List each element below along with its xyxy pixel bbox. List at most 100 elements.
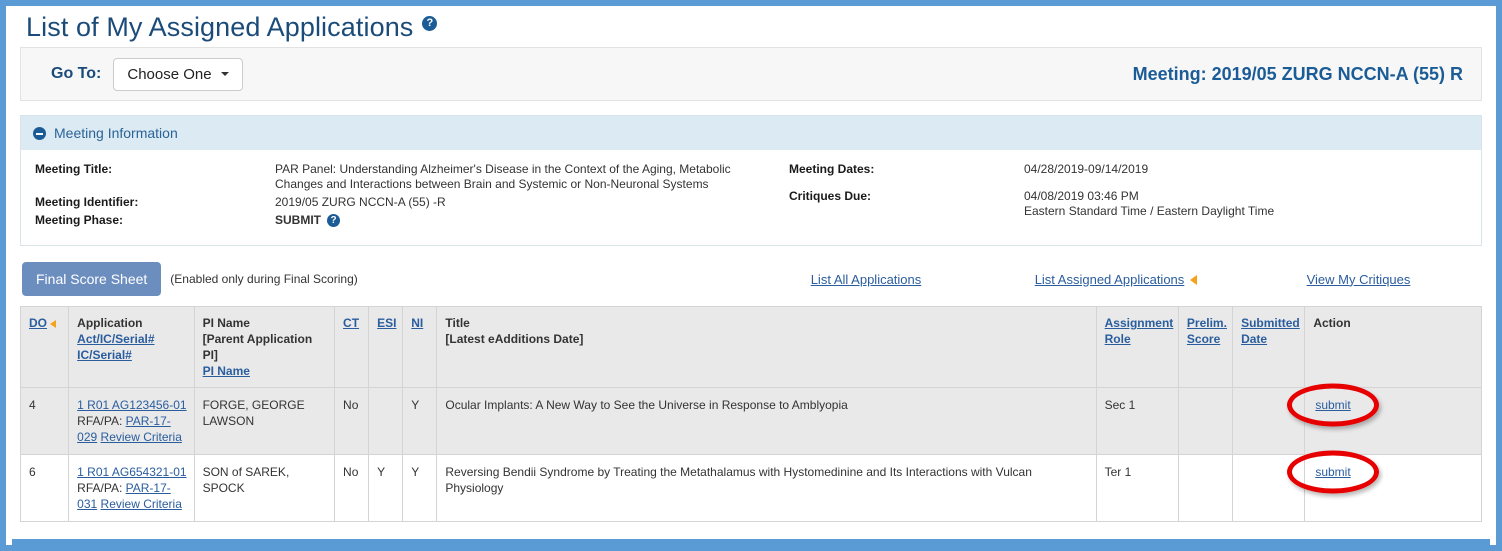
col-header-prelim-score-link[interactable]: Prelim. Score <box>1187 316 1227 346</box>
review-criteria-link[interactable]: Review Criteria <box>101 430 182 444</box>
col-header-assignment-role: Assignment Role <box>1096 306 1179 388</box>
col-header-application-sub2[interactable]: IC/Serial# <box>77 348 132 362</box>
cell-do: 6 <box>19 454 70 522</box>
assigned-applications-table: DO Application Act/IC/Serial# IC/Serial#… <box>19 306 1482 522</box>
cell-esi <box>368 387 404 455</box>
current-selection-arrow-icon <box>1190 274 1198 285</box>
col-header-title-sub: [Latest eAdditions Date] <box>445 332 584 346</box>
goto-bar: Go To: Choose One Meeting: 2019/05 ZURG … <box>20 47 1482 101</box>
col-header-pi-name: PI Name [Parent Application PI] PI Name <box>194 306 336 388</box>
bottom-frame-edge <box>12 539 1490 545</box>
goto-select-value: Choose One <box>127 65 212 83</box>
meeting-info-left-column: Meeting Title: PAR Panel: Understanding … <box>35 162 775 231</box>
rfa-label: RFA/PA: <box>77 481 123 495</box>
cell-submitted-date <box>1232 387 1306 455</box>
critiques-due-timezone: Eastern Standard Time / Eastern Daylight… <box>1024 204 1275 218</box>
submit-link[interactable]: submit <box>1315 465 1350 479</box>
col-header-esi: ESI <box>368 306 404 388</box>
col-header-pi-name-label: PI Name <box>202 316 250 330</box>
meeting-dates-value: 04/28/2019-09/14/2019 <box>1024 162 1149 176</box>
cell-prelim-score <box>1177 454 1234 522</box>
meeting-phase-value-wrap: SUBMIT ? <box>275 213 775 231</box>
final-score-sheet-note: (Enabled only during Final Scoring) <box>170 272 358 286</box>
meeting-information-title: Meeting Information <box>54 125 178 141</box>
meeting-info-right-column: Meeting Dates: 04/28/2019-09/14/2019 Cri… <box>775 162 1467 231</box>
cell-pi-name: SON of SAREK, SPOCK <box>193 454 336 522</box>
critiques-due-value: 04/08/2019 03:46 PM Eastern Standard Tim… <box>1024 189 1467 231</box>
help-icon[interactable]: ? <box>422 16 438 31</box>
col-header-do-link[interactable]: DO <box>29 316 47 330</box>
rfa-label: RFA/PA: <box>77 414 123 428</box>
cell-ni: Y <box>402 387 438 455</box>
col-header-ct: CT <box>334 306 370 388</box>
table-toolbar: Final Score Sheet (Enabled only during F… <box>20 262 1482 296</box>
application-number-link[interactable]: 1 R01 AG654321-01 <box>77 465 186 479</box>
col-header-title: Title [Latest eAdditions Date] <box>436 306 1097 388</box>
review-criteria-link[interactable]: Review Criteria <box>101 497 182 511</box>
cell-esi: Y <box>368 454 404 522</box>
meeting-information-panel: Meeting Information Meeting Title: PAR P… <box>20 115 1482 246</box>
view-my-critiques-slot: View My Critiques <box>1241 272 1476 287</box>
goto-select[interactable]: Choose One <box>113 57 243 91</box>
col-header-submitted-date-link[interactable]: Submitted Date <box>1241 316 1300 346</box>
meeting-phase-label: Meeting Phase: <box>35 213 124 227</box>
toolbar-links: List All Applications List Assigned Appl… <box>741 272 1482 287</box>
col-header-action: Action <box>1304 306 1482 388</box>
goto-label: Go To: <box>51 65 102 82</box>
list-all-applications-slot: List All Applications <box>741 272 991 287</box>
col-header-ni-link[interactable]: NI <box>411 316 423 330</box>
submit-link[interactable]: submit <box>1315 398 1350 412</box>
cell-assignment-role: Sec 1 <box>1095 387 1179 455</box>
meeting-information-header[interactable]: Meeting Information <box>21 116 1481 150</box>
list-assigned-applications-slot: List Assigned Applications <box>991 272 1241 287</box>
cell-title: Reversing Bendii Syndrome by Treating th… <box>436 454 1097 522</box>
table-row: 4 1 R01 AG123456-01 RFA/PA: PAR-17-029 R… <box>19 383 1482 455</box>
cell-title: Ocular Implants: A New Way to See the Un… <box>436 387 1097 455</box>
meeting-identifier-label: Meeting Identifier: <box>35 195 139 209</box>
meeting-dates-label: Meeting Dates: <box>789 162 875 176</box>
meeting-phase-help-icon[interactable]: ? <box>327 214 340 227</box>
sort-arrow-icon <box>50 320 56 328</box>
col-header-application-sub1[interactable]: Act/IC/Serial# <box>77 332 154 346</box>
col-header-esi-link[interactable]: ESI <box>377 316 396 330</box>
col-header-assignment-role-link[interactable]: Assignment Role <box>1105 316 1174 346</box>
cell-submitted-date <box>1232 454 1306 522</box>
cell-ni: Y <box>402 454 438 522</box>
cell-prelim-score <box>1177 387 1234 455</box>
meeting-title-value: PAR Panel: Understanding Alzheimer's Dis… <box>275 162 731 191</box>
cell-ct: No <box>334 387 370 455</box>
cell-do: 4 <box>19 387 70 455</box>
meeting-header-label: Meeting: 2019/05 ZURG NCCN-A (55) R <box>1132 63 1463 84</box>
application-number-link[interactable]: 1 R01 AG123456-01 <box>77 398 186 412</box>
page-title: List of My Assigned Applications <box>26 12 414 42</box>
list-all-applications-link[interactable]: List All Applications <box>811 272 922 287</box>
col-header-application: Application Act/IC/Serial# IC/Serial# <box>68 306 195 388</box>
cell-assignment-role: Ter 1 <box>1095 454 1179 522</box>
critiques-due-datetime: 04/08/2019 03:46 PM <box>1024 189 1139 203</box>
cell-ct: No <box>334 454 370 522</box>
col-header-ct-link[interactable]: CT <box>343 316 359 330</box>
meeting-phase-value: SUBMIT <box>275 213 321 227</box>
col-header-pi-name-sub1: [Parent Application PI] <box>202 332 313 362</box>
col-header-pi-name-sub2[interactable]: PI Name <box>203 364 250 378</box>
submit-action-wrapper: submit <box>1286 383 1379 427</box>
col-header-application-label: Application <box>77 316 143 330</box>
meeting-identifier-value: 2019/05 ZURG NCCN-A (55) -R <box>275 195 446 209</box>
page-frame: List of My Assigned Applications ? Go To… <box>0 0 1502 551</box>
col-header-action-label: Action <box>1313 316 1351 330</box>
page-content: List of My Assigned Applications ? Go To… <box>6 6 1496 545</box>
collapse-minus-icon[interactable] <box>33 126 46 140</box>
table-header-row: DO Application Act/IC/Serial# IC/Serial#… <box>19 306 1482 388</box>
meeting-title-label: Meeting Title: <box>35 162 113 176</box>
list-assigned-applications-link[interactable]: List Assigned Applications <box>1035 272 1185 287</box>
meeting-information-body: Meeting Title: PAR Panel: Understanding … <box>21 150 1481 245</box>
cell-pi-name: FORGE, GEORGE LAWSON <box>193 387 336 455</box>
cell-application: 1 R01 AG123456-01 RFA/PA: PAR-17-029 Rev… <box>68 387 195 455</box>
col-header-title-label: Title <box>445 316 470 330</box>
critiques-due-label: Critiques Due: <box>789 189 872 203</box>
submit-action-wrapper: submit <box>1286 450 1379 494</box>
col-header-submitted-date: Submitted Date <box>1232 306 1306 388</box>
cell-action: submit <box>1286 450 1482 522</box>
final-score-sheet-button[interactable]: Final Score Sheet <box>22 262 162 296</box>
view-my-critiques-link[interactable]: View My Critiques <box>1307 272 1411 287</box>
